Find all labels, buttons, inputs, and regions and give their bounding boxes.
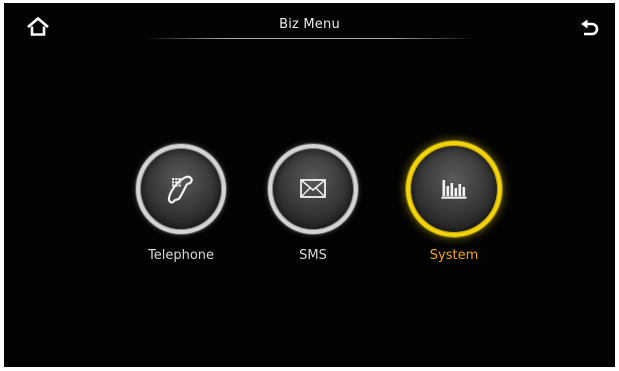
screen: Biz Menu Telephone SMS System bbox=[4, 3, 615, 367]
system-label: System bbox=[429, 248, 479, 263]
telephone-label: Telephone bbox=[147, 248, 215, 263]
title-underline bbox=[144, 38, 474, 39]
page-title: Biz Menu bbox=[279, 17, 340, 32]
menu-item-telephone[interactable]: Telephone bbox=[111, 144, 251, 263]
sms-button[interactable] bbox=[268, 144, 358, 234]
bar-chart-icon bbox=[441, 180, 467, 199]
header-bar: Biz Menu bbox=[4, 3, 615, 43]
system-button[interactable] bbox=[406, 141, 502, 237]
back-arrow-icon bbox=[581, 19, 599, 36]
sms-label: SMS bbox=[299, 248, 327, 263]
menu-item-system[interactable]: System bbox=[384, 141, 524, 263]
menu-item-sms[interactable]: SMS bbox=[243, 144, 383, 263]
telephone-button[interactable] bbox=[136, 144, 226, 234]
phone-icon bbox=[167, 175, 193, 204]
back-button[interactable] bbox=[575, 14, 603, 42]
envelope-icon bbox=[300, 179, 326, 198]
